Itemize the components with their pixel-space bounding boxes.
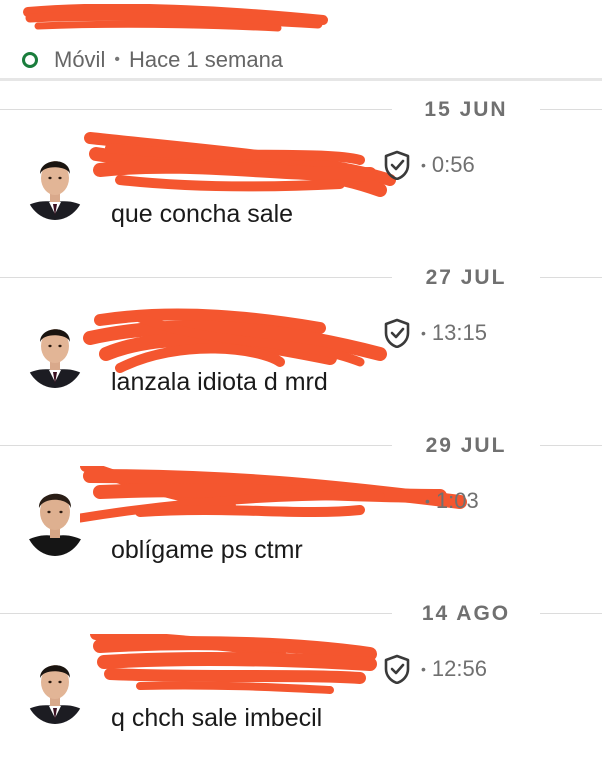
divider-line <box>540 445 602 446</box>
divider-line <box>540 277 602 278</box>
avatar[interactable] <box>24 650 86 724</box>
date-separator: 27 JUL <box>0 266 602 290</box>
message-time: 13:15 <box>431 320 487 345</box>
avatar[interactable] <box>24 146 86 220</box>
divider-line <box>0 277 392 278</box>
status-separator: • <box>114 51 120 68</box>
divider-line <box>0 445 392 446</box>
device-label: Móvil <box>54 47 106 72</box>
message-text: q chch sale imbecil <box>111 704 323 732</box>
message-item[interactable]: • 1:03 oblígame ps ctmr <box>0 466 602 592</box>
meta-separator: • <box>421 661 426 677</box>
message-item[interactable]: • 12:56 q chch sale imbecil <box>0 634 602 760</box>
header-divider <box>0 78 602 81</box>
online-status-icon <box>22 52 38 68</box>
date-separator: 15 JUN <box>0 98 602 122</box>
date-separator: 29 JUL <box>0 434 602 458</box>
divider-line <box>0 613 392 614</box>
message-text: oblígame ps ctmr <box>111 536 303 564</box>
avatar[interactable] <box>24 314 86 388</box>
message-meta: • 12:56 <box>383 654 487 684</box>
date-label: 29 JUL <box>425 434 507 457</box>
message-text: que concha sale <box>111 200 294 228</box>
redacted-contact-name <box>23 4 328 32</box>
message-text: lanzala idiota d mrd <box>111 368 328 396</box>
message-meta: • 0:56 <box>383 150 475 180</box>
avatar[interactable] <box>24 482 86 556</box>
shield-check-icon <box>384 150 410 180</box>
date-label: 14 AGO <box>421 602 511 625</box>
date-separator: 14 AGO <box>0 602 602 626</box>
message-time: 12:56 <box>431 656 487 681</box>
message-time: 1:03 <box>435 488 479 513</box>
message-item[interactable]: • 0:56 que concha sale <box>0 132 602 256</box>
shield-check-icon <box>384 654 410 684</box>
last-seen-label: Hace 1 semana <box>128 47 284 72</box>
meta-separator: • <box>421 325 426 341</box>
message-meta: • 13:15 <box>383 318 487 348</box>
message-meta: • 1:03 <box>383 486 479 516</box>
meta-separator: • <box>421 157 426 173</box>
divider-line <box>0 109 392 110</box>
date-label: 27 JUL <box>425 266 507 289</box>
divider-line <box>540 613 602 614</box>
date-label: 15 JUN <box>424 98 508 121</box>
message-item[interactable]: • 13:15 lanzala idiota d mrd <box>0 308 602 424</box>
message-time: 0:56 <box>431 152 475 177</box>
shield-check-icon <box>384 318 410 348</box>
chat-header: Móvil • Hace 1 semana <box>0 0 602 81</box>
presence-status: Móvil • Hace 1 semana <box>22 46 283 74</box>
meta-separator: • <box>425 493 430 509</box>
divider-line <box>540 109 602 110</box>
